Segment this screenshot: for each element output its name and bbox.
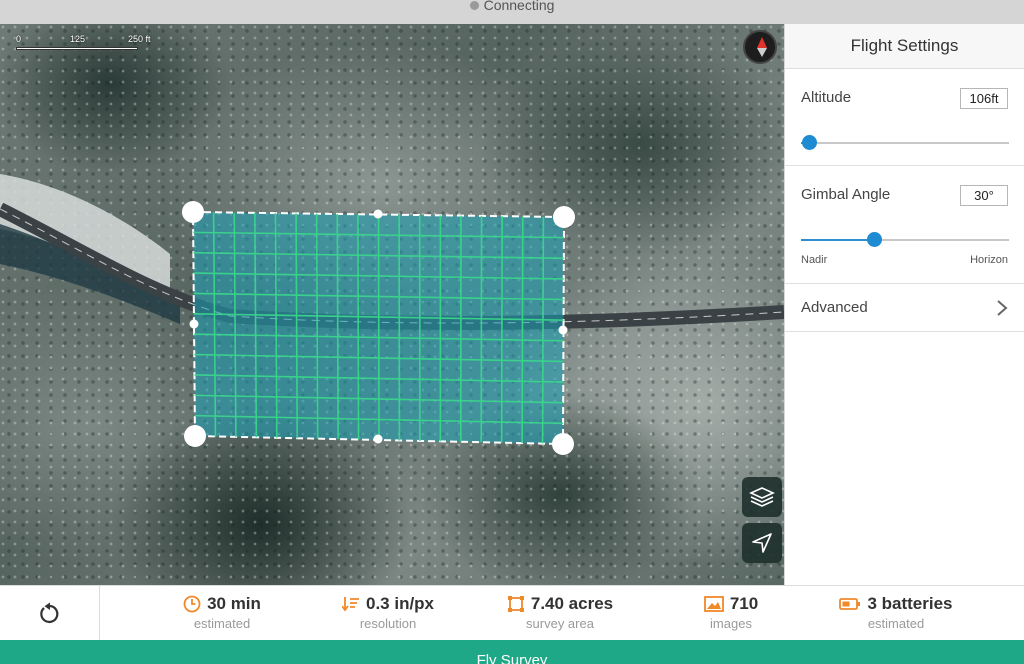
survey-area-value: 7.40 acres (530, 594, 614, 613)
duration-sub: estimated (193, 616, 251, 631)
grid-line-vertical (541, 216, 545, 444)
altitude-label: Altitude (801, 89, 852, 106)
compass-icon[interactable] (743, 30, 777, 64)
altitude-value-field[interactable]: 106ft (960, 88, 1008, 109)
compass-south-needle (757, 48, 767, 57)
stat-survey-area: 7.40 acres survey area (490, 594, 630, 631)
midpoint-handle-left (189, 319, 199, 329)
midpoint-handle-top (373, 209, 383, 219)
location-arrow-icon (752, 533, 772, 553)
scale-line (16, 47, 138, 50)
batteries-sub: estimated (867, 616, 925, 631)
gimbal-min-label: Nadir (801, 254, 828, 266)
grid-line-vertical (377, 214, 380, 441)
batteries-value: 3 batteries (867, 594, 953, 613)
altitude-slider-thumb[interactable] (802, 135, 818, 150)
grid-line-vertical (500, 216, 503, 443)
gimbal-angle-value-field[interactable]: 30° (960, 185, 1008, 206)
images-value: 710 (729, 594, 759, 613)
survey-area-icon (507, 596, 524, 612)
panel-title: Flight Settings (785, 24, 1024, 69)
connection-status-text: Connecting (483, 0, 555, 13)
layers-button[interactable] (742, 477, 782, 517)
resolution-sub: resolution (359, 616, 417, 631)
gimbal-angle-slider[interactable] (801, 232, 1009, 247)
duration-value: 30 min (207, 594, 261, 613)
altitude-setting: Altitude 106ft (785, 69, 1024, 166)
survey-stats-bar: 30 min estimated 0.3 in/px resolution 7.… (0, 585, 1024, 641)
layers-icon (749, 487, 775, 507)
grid-line-vertical (357, 214, 360, 440)
reset-icon (39, 602, 58, 623)
altitude-slider[interactable] (801, 135, 1009, 150)
stat-images: 710 images (676, 594, 786, 631)
advanced-label: Advanced (801, 299, 868, 316)
images-sub: images (710, 616, 752, 631)
gimbal-slider-thumb[interactable] (866, 232, 882, 247)
grid-line-vertical (521, 216, 524, 444)
corner-handle-top-right (553, 206, 575, 228)
image-icon (703, 596, 724, 612)
battery-icon (839, 598, 861, 610)
compass-north-needle (757, 37, 767, 48)
flight-settings-panel: Flight Settings Altitude 106ft Gimbal An… (784, 24, 1024, 585)
stat-duration: 30 min estimated (160, 594, 284, 631)
chevron-right-icon (997, 299, 1008, 316)
survey-area-sub: survey area (526, 616, 594, 631)
stat-batteries: 3 batteries estimated (826, 594, 966, 631)
connection-status-dot (469, 0, 479, 10)
map-view[interactable]: 0 125 250 ft (0, 24, 784, 585)
resolution-icon (341, 597, 359, 612)
stat-resolution: 0.3 in/px resolution (318, 594, 458, 631)
status-bar: Connecting (0, 0, 1024, 24)
scale-label-0: 0 (16, 34, 22, 44)
reset-button[interactable] (0, 586, 100, 641)
resolution-value: 0.3 in/px (365, 594, 435, 613)
midpoint-handle-right (558, 325, 568, 335)
grid-line-vertical (315, 213, 319, 439)
advanced-row[interactable]: Advanced (785, 284, 1024, 332)
corner-handle-bottom-right (552, 433, 574, 455)
gimbal-slider-fill (801, 239, 874, 241)
gimbal-setting: Gimbal Angle 30° Nadir Horizon (785, 166, 1024, 284)
grid-line-vertical (336, 213, 339, 440)
scale-label-125: 125 (70, 34, 86, 44)
map-overlay (0, 174, 784, 455)
corner-handle-bottom-left (184, 425, 206, 447)
scale-label-250: 250 ft (128, 34, 151, 44)
fly-survey-button[interactable]: Fly Survey (0, 640, 1024, 664)
midpoint-handle-bottom (373, 434, 383, 444)
clock-icon (183, 595, 201, 613)
gimbal-max-label: Horizon (970, 254, 1008, 266)
locate-button[interactable] (742, 523, 782, 563)
gimbal-angle-label: Gimbal Angle (801, 186, 891, 203)
corner-handle-top-left (182, 201, 204, 223)
map-scale-bar: 0 125 250 ft (16, 34, 156, 50)
fly-survey-label: Fly Survey (476, 652, 548, 664)
